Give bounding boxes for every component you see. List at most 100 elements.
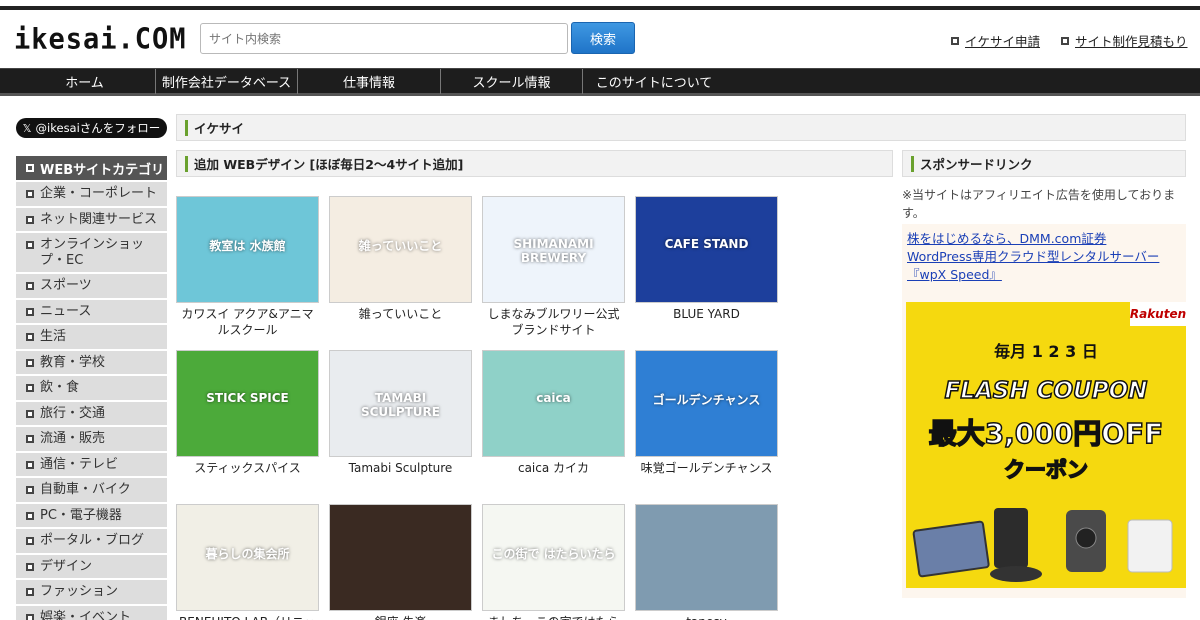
square-bullet-icon bbox=[26, 241, 34, 249]
category-item[interactable]: PC・電子機器 bbox=[16, 503, 167, 529]
category-item[interactable]: 通信・テレビ bbox=[16, 452, 167, 478]
site-thumbnail[interactable]: CAFE STAND bbox=[635, 196, 778, 303]
square-bullet-icon bbox=[26, 384, 34, 392]
site-card-title[interactable]: 銀座 朱楽 bbox=[329, 614, 472, 620]
site-card[interactable]: tanesy bbox=[635, 504, 778, 620]
square-bullet-icon bbox=[951, 36, 959, 45]
category-item[interactable]: デザイン bbox=[16, 554, 167, 580]
category-label: 流通・販売 bbox=[40, 431, 106, 446]
rakuten-banner[interactable]: Rakuten 毎月 1 2 3 日 FLASH COUPON 最大3,000円… bbox=[906, 302, 1186, 588]
site-card-title[interactable]: しまなみブルワリー公式ブランドサイト bbox=[482, 306, 625, 338]
category-item[interactable]: ネット関連サービス bbox=[16, 207, 167, 233]
site-thumbnail[interactable]: STICK SPICE bbox=[176, 350, 319, 457]
site-thumbnail[interactable]: 教室は 水族館 bbox=[176, 196, 319, 303]
site-thumbnail[interactable]: caica bbox=[482, 350, 625, 457]
square-bullet-icon bbox=[26, 282, 34, 290]
site-thumbnail[interactable]: 暮らしの集会所 bbox=[176, 504, 319, 611]
category-label: 企業・コーポレート bbox=[40, 186, 158, 201]
category-item[interactable]: 娯楽・イベント bbox=[16, 605, 167, 620]
search-button[interactable]: 検索 bbox=[571, 22, 635, 54]
section-title-label: 追加 WEBデザイン [ほぼ毎日2〜4サイト追加] bbox=[194, 157, 464, 172]
x-logo-icon: 𝕏 bbox=[22, 121, 32, 135]
ad-link-dmm[interactable]: 株をはじめるなら、DMM.com証券 bbox=[902, 230, 1186, 248]
ad-link-wpx[interactable]: WordPress専用クラウド型レンタルサーバー『wpX Speed』 bbox=[902, 248, 1186, 284]
category-item[interactable]: オンラインショップ・EC bbox=[16, 233, 167, 274]
square-bullet-icon bbox=[26, 409, 34, 418]
thumbnail-text: 暮らしの集会所 bbox=[205, 547, 290, 561]
site-card[interactable]: SHIMANAMI BREWERY しまなみブルワリー公式ブランドサイト bbox=[482, 196, 625, 338]
site-card[interactable]: ゴールデンチャンス味覚ゴールデンチャンス bbox=[635, 350, 778, 476]
category-label: 飲・食 bbox=[40, 380, 80, 395]
estimate-link[interactable]: サイト制作見積もり bbox=[1061, 31, 1188, 50]
site-card-title[interactable]: カワスイ アクア&アニマルスクール bbox=[176, 306, 319, 338]
category-label: 通信・テレビ bbox=[40, 456, 119, 472]
category-label: 生活 bbox=[40, 329, 67, 344]
site-card[interactable]: STICK SPICE スティックスパイス bbox=[176, 350, 319, 476]
site-card-title[interactable]: caica カイカ bbox=[482, 460, 625, 476]
square-bullet-icon bbox=[26, 613, 34, 620]
site-thumbnail[interactable] bbox=[635, 504, 778, 611]
square-bullet-icon bbox=[26, 215, 34, 224]
site-card-title[interactable]: BENEHITO LAB（リニュ bbox=[176, 614, 319, 620]
category-item[interactable]: ニュース bbox=[16, 299, 167, 325]
category-label: ポータル・ブログ bbox=[40, 533, 145, 548]
nav-about[interactable]: このサイトについて bbox=[583, 69, 725, 94]
site-card[interactable]: caica caica カイカ bbox=[482, 350, 625, 476]
sponsor-heading: スポンサードリンク bbox=[902, 150, 1186, 177]
thumbnail-text: SHIMANAMI BREWERY bbox=[513, 237, 594, 265]
nav-company-database[interactable]: 制作会社データベース bbox=[156, 69, 298, 94]
site-thumbnail[interactable]: 雑っていいこと bbox=[329, 196, 472, 303]
category-item[interactable]: 企業・コーポレート bbox=[16, 182, 167, 208]
site-card-title[interactable]: tanesy bbox=[635, 614, 778, 620]
site-card[interactable]: 教室は 水族館 カワスイ アクア&アニマルスクール bbox=[176, 196, 319, 338]
section-title: 追加 WEBデザイン [ほぼ毎日2〜4サイト追加] bbox=[176, 150, 893, 177]
nav-school[interactable]: スクール情報 bbox=[441, 69, 583, 94]
site-thumbnail[interactable]: TAMABI SCULPTURE bbox=[329, 350, 472, 457]
thumbnail-text: ゴールデンチャンス bbox=[652, 393, 761, 407]
ikesai-apply-label: イケサイ申請 bbox=[965, 34, 1041, 49]
search-input[interactable] bbox=[200, 23, 568, 54]
site-card[interactable]: CAFE STAND BLUE YARD bbox=[635, 196, 778, 322]
category-item[interactable]: 自動車・バイク bbox=[16, 478, 167, 504]
site-card-title[interactable]: 雑っていいこと bbox=[329, 306, 472, 322]
category-label: 旅行・交通 bbox=[40, 405, 106, 421]
site-card-title[interactable]: Tamabi Sculpture bbox=[329, 460, 472, 476]
category-item[interactable]: 飲・食 bbox=[16, 376, 167, 402]
category-item[interactable]: 旅行・交通 bbox=[16, 401, 167, 427]
site-card[interactable]: 暮らしの集会所 BENEHITO LAB（リニュ bbox=[176, 504, 319, 620]
category-item[interactable]: スポーツ bbox=[16, 274, 167, 300]
nav-home[interactable]: ホーム bbox=[14, 69, 156, 94]
category-item[interactable]: ファッション bbox=[16, 580, 167, 606]
site-card-title[interactable]: 味覚ゴールデンチャンス bbox=[635, 460, 778, 476]
site-card[interactable]: 雑っていいこと 雑っていいこと bbox=[329, 196, 472, 322]
affiliate-notice: ※当サイトはアフィリエイト広告を使用しております。 bbox=[902, 188, 1176, 220]
site-card-title[interactable]: ましち、この家ではたら bbox=[482, 614, 625, 620]
category-item[interactable]: 教育・学校 bbox=[16, 350, 167, 376]
category-item[interactable]: 生活 bbox=[16, 325, 167, 351]
category-list: 企業・コーポレート ネット関連サービス オンラインショップ・EC スポーツ ニュ… bbox=[16, 182, 167, 620]
category-heading-label: WEBサイトカテゴリ bbox=[40, 162, 165, 178]
category-label: 娯楽・イベント bbox=[40, 609, 132, 620]
site-card-title[interactable]: BLUE YARD bbox=[635, 306, 778, 322]
site-card-title[interactable]: スティックスパイス bbox=[176, 460, 319, 476]
breadcrumb: イケサイ bbox=[176, 114, 1186, 141]
site-card[interactable]: この街で はたらいたらましち、この家ではたら bbox=[482, 504, 625, 620]
site-thumbnail[interactable]: SHIMANAMI BREWERY bbox=[482, 196, 625, 303]
site-card[interactable]: 銀座 朱楽 bbox=[329, 504, 472, 620]
category-item[interactable]: 流通・販売 bbox=[16, 427, 167, 453]
thumbnail-text: TAMABI SCULPTURE bbox=[360, 391, 440, 419]
twitter-follow-button[interactable]: 𝕏 @ikesaiさんをフォロー bbox=[16, 118, 167, 138]
ikesai-apply-link[interactable]: イケサイ申請 bbox=[951, 31, 1040, 50]
square-bullet-icon bbox=[1061, 36, 1069, 45]
nav-jobs[interactable]: 仕事情報 bbox=[298, 69, 441, 94]
category-item[interactable]: ポータル・ブログ bbox=[16, 529, 167, 555]
site-thumbnail[interactable] bbox=[329, 504, 472, 611]
square-bullet-icon bbox=[26, 588, 34, 596]
site-card[interactable]: TAMABI SCULPTURE Tamabi Sculpture bbox=[329, 350, 472, 476]
accent-bar bbox=[185, 119, 188, 136]
banner-max: 最大3,000円OFF bbox=[928, 416, 1164, 451]
category-label: ニュース bbox=[40, 303, 92, 319]
site-thumbnail[interactable]: ゴールデンチャンス bbox=[635, 350, 778, 457]
site-thumbnail[interactable]: この街で はたらいたら bbox=[482, 504, 625, 611]
site-logo[interactable]: ikesai.COM bbox=[14, 23, 187, 56]
